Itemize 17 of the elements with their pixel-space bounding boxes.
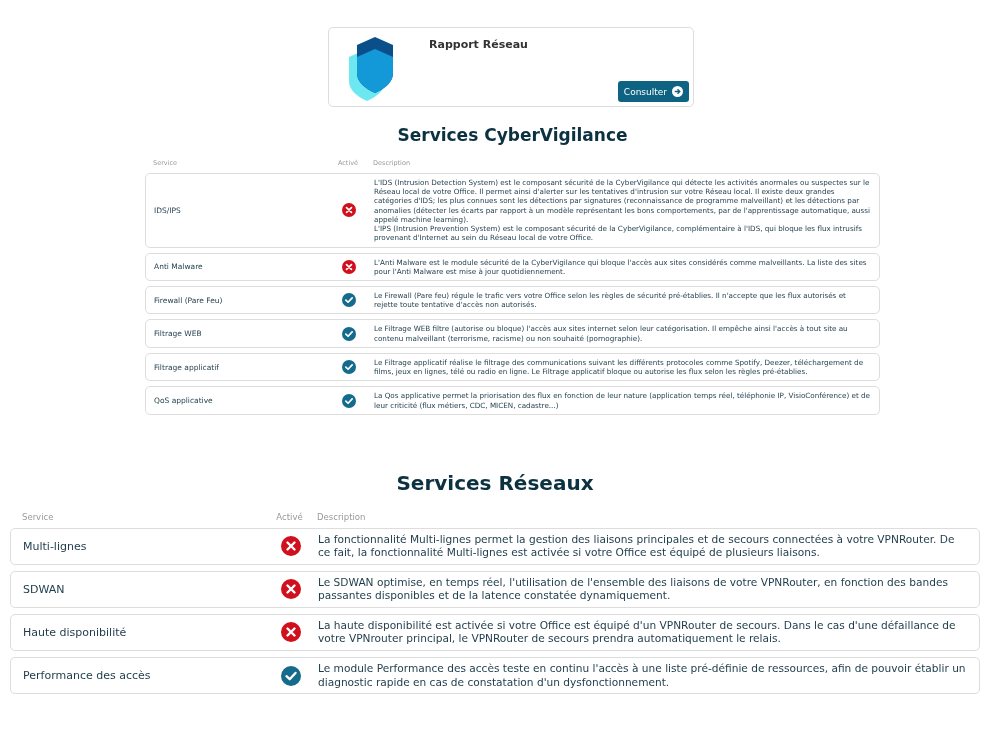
column-header: Description bbox=[317, 511, 367, 522]
consult-button[interactable]: Consulter bbox=[617, 81, 689, 102]
service-name: Performance des accès bbox=[23, 669, 152, 683]
service-name: Multi-lignes bbox=[23, 539, 88, 553]
service-description: La haute disponibilité est activée si votre Office est équipé d'un VPNRouter de secours. Dans le cas d'une défaillance de votre VPNrouter principal, le VPNRouter de secours prendra automatiquement le relais. bbox=[318, 618, 957, 646]
service-description: La fonctionnalité Multi-lignes permet la gestion des liaisons principales et de secours connectées à votre VPNRouter. De ce fait, la fonctionnalité Multi-lignes est activée si votre Office est équipé de plusieurs liaisons. bbox=[318, 532, 956, 560]
shield-icon bbox=[347, 37, 395, 101]
column-header: Activé bbox=[275, 511, 304, 522]
card-title: Rapport Réseau bbox=[429, 38, 528, 51]
arrow-icon bbox=[672, 86, 683, 97]
service-description: Le SDWAN optimise, en temps réel, l'utilisation de l'ensemble des liaisons de votre VPNRouter, en fonction des bandes passantes disponibles et de la latence constatée dynamiquement. bbox=[318, 575, 949, 603]
section-title: Services CyberVigilance bbox=[396, 125, 629, 145]
service-name: SDWAN bbox=[23, 582, 66, 596]
service-description: Le module Performance des accès teste en continu l'accès à une liste pré-définie de ressources, afin de pouvoir établir un diagnostic rapide en cas de constatation d'un dysfonctionnement. bbox=[318, 662, 967, 690]
service-name: Haute disponibilité bbox=[23, 625, 128, 639]
column-header: Service bbox=[22, 511, 55, 522]
section-title: Services Réseaux bbox=[395, 470, 595, 495]
